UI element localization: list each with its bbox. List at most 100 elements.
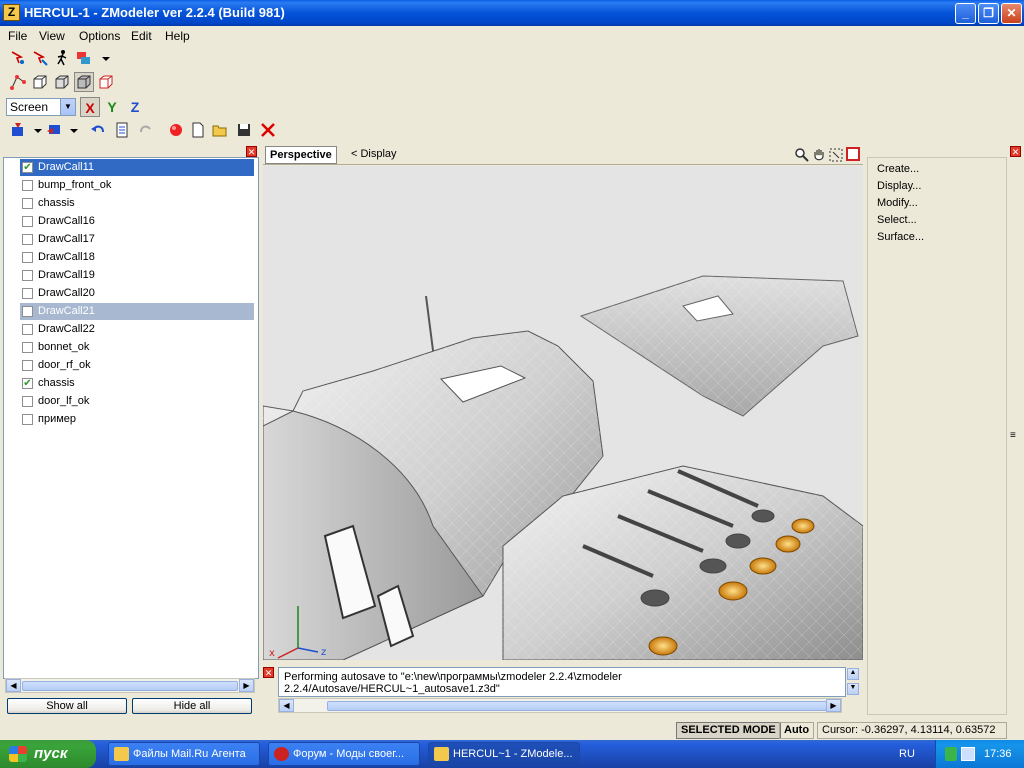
scroll-left-icon[interactable]: ◀: [279, 699, 294, 712]
show-all-button[interactable]: Show all: [7, 698, 127, 714]
command-display[interactable]: Display...: [877, 180, 921, 192]
import-dropdown[interactable]: [28, 120, 42, 140]
start-button[interactable]: пуск: [0, 740, 96, 768]
visibility-checkbox[interactable]: [22, 396, 33, 407]
restore-button[interactable]: ❐: [978, 3, 999, 24]
scroll-down-icon[interactable]: ▼: [847, 683, 859, 695]
zmodeler-app-icon[interactable]: Z: [3, 4, 20, 21]
object-list-item[interactable]: chassis: [20, 195, 254, 212]
command-modify[interactable]: Modify...: [877, 197, 918, 209]
visibility-checkbox[interactable]: [22, 288, 33, 299]
scroll-up-icon[interactable]: ▲: [847, 668, 859, 680]
maximize-viewport-icon[interactable]: [846, 147, 860, 161]
menu-help[interactable]: Help: [165, 29, 190, 43]
object-list-item[interactable]: DrawCall21: [20, 303, 254, 320]
task-zmodeler[interactable]: HERCUL~1 - ZModele...: [428, 742, 580, 766]
status-snap[interactable]: Auto: [779, 722, 815, 739]
save-file-button[interactable]: [234, 120, 254, 140]
object-list-item[interactable]: door_lf_ok: [20, 393, 254, 410]
open-file-button[interactable]: [210, 120, 230, 140]
command-create[interactable]: Create...: [877, 163, 919, 175]
object-mode-button[interactable]: [74, 72, 94, 92]
object-list-item[interactable]: DrawCall20: [20, 285, 254, 302]
panel-splitter-grip-icon[interactable]: ≡: [1010, 430, 1020, 441]
visibility-checkbox[interactable]: [22, 324, 33, 335]
menu-view[interactable]: View: [39, 29, 65, 43]
visibility-checkbox[interactable]: [22, 216, 33, 227]
menu-edit[interactable]: Edit: [131, 29, 152, 43]
box-mode-button[interactable]: [30, 72, 50, 92]
monitor-icon[interactable]: [961, 747, 975, 761]
menu-options[interactable]: Options: [79, 29, 120, 43]
axis-y-toggle[interactable]: Y: [102, 97, 122, 117]
clock[interactable]: 17:36: [984, 740, 1012, 768]
object-list-item[interactable]: DrawCall22: [20, 321, 254, 338]
hide-all-button[interactable]: Hide all: [132, 698, 252, 714]
coord-space-select[interactable]: Screen ▼: [6, 98, 76, 116]
face-mode-button[interactable]: [52, 72, 72, 92]
zoom-icon[interactable]: [794, 147, 810, 163]
task-mail-agent[interactable]: Файлы Mail.Ru Агента: [108, 742, 260, 766]
visibility-checkbox[interactable]: ✔: [22, 162, 33, 173]
scroll-thumb[interactable]: [22, 681, 238, 691]
title-bar[interactable]: Z HERCUL-1 - ZModeler ver 2.2.4 (Build 9…: [0, 0, 1024, 26]
record-button[interactable]: [166, 120, 186, 140]
visibility-checkbox[interactable]: [22, 342, 33, 353]
scroll-right-icon[interactable]: ▶: [239, 679, 254, 692]
visibility-checkbox[interactable]: [22, 180, 33, 191]
vertex-mode-button[interactable]: [8, 72, 28, 92]
perspective-viewport[interactable]: x z: [263, 166, 863, 660]
object-list-item[interactable]: ✔ DrawCall11: [20, 159, 254, 176]
visibility-checkbox[interactable]: [22, 234, 33, 245]
zoom-region-icon[interactable]: [828, 147, 844, 163]
log-hscroll[interactable]: ◀ ▶: [278, 698, 842, 713]
log-vscroll[interactable]: ▲ ▼: [847, 667, 859, 697]
minimize-button[interactable]: _: [955, 3, 976, 24]
select-multi-tool[interactable]: [74, 48, 94, 68]
object-list-item[interactable]: DrawCall16: [20, 213, 254, 230]
object-list-item[interactable]: DrawCall18: [20, 249, 254, 266]
object-panel-close-icon[interactable]: ✕: [246, 146, 257, 157]
log-close-icon[interactable]: ✕: [263, 667, 274, 678]
visibility-checkbox[interactable]: [22, 270, 33, 281]
select-mode-button[interactable]: [96, 72, 116, 92]
close-button[interactable]: ✕: [1001, 3, 1022, 24]
object-list-item[interactable]: DrawCall17: [20, 231, 254, 248]
select-dropdown[interactable]: [96, 48, 110, 68]
command-panel-close-icon[interactable]: ✕: [1010, 146, 1021, 157]
object-list-item[interactable]: bonnet_ok: [20, 339, 254, 356]
object-list-item[interactable]: bump_front_ok: [20, 177, 254, 194]
history-button[interactable]: [112, 120, 132, 140]
select-face-tool[interactable]: [30, 48, 50, 68]
visibility-checkbox[interactable]: [22, 414, 33, 425]
command-surface[interactable]: Surface...: [877, 231, 924, 243]
new-file-button[interactable]: [188, 120, 208, 140]
language-indicator[interactable]: RU: [882, 740, 932, 768]
scroll-left-icon[interactable]: ◀: [6, 679, 21, 692]
status-mode[interactable]: SELECTED MODE: [676, 722, 781, 739]
visibility-checkbox[interactable]: ✔: [22, 378, 33, 389]
visibility-checkbox[interactable]: [22, 306, 33, 317]
viewport-display-menu[interactable]: < Display: [351, 148, 397, 160]
object-list-item[interactable]: ✔ chassis: [20, 375, 254, 392]
export-dropdown[interactable]: [64, 120, 78, 140]
axis-z-toggle[interactable]: Z: [125, 97, 145, 117]
object-list-item[interactable]: DrawCall19: [20, 267, 254, 284]
command-select[interactable]: Select...: [877, 214, 917, 226]
axis-x-toggle[interactable]: X: [80, 97, 100, 117]
task-browser-forum[interactable]: Форум - Моды своег...: [268, 742, 420, 766]
select-object-tool[interactable]: [52, 48, 72, 68]
menu-file[interactable]: File: [8, 29, 27, 43]
object-list-item[interactable]: пример: [20, 411, 254, 428]
viewport-tab-perspective[interactable]: Perspective: [265, 146, 337, 164]
network-icon[interactable]: [945, 747, 957, 761]
undo-button[interactable]: [88, 120, 108, 140]
redo-button[interactable]: [136, 120, 156, 140]
select-vertex-tool[interactable]: [8, 48, 28, 68]
export-button[interactable]: [44, 120, 64, 140]
import-button[interactable]: [8, 120, 28, 140]
chevron-down-icon[interactable]: ▼: [60, 99, 75, 115]
object-list[interactable]: ✔ DrawCall11 bump_front_ok chassis DrawCall1…: [3, 157, 259, 679]
scroll-thumb[interactable]: [327, 701, 827, 711]
object-list-scrollbar[interactable]: ◀ ▶: [5, 678, 255, 693]
